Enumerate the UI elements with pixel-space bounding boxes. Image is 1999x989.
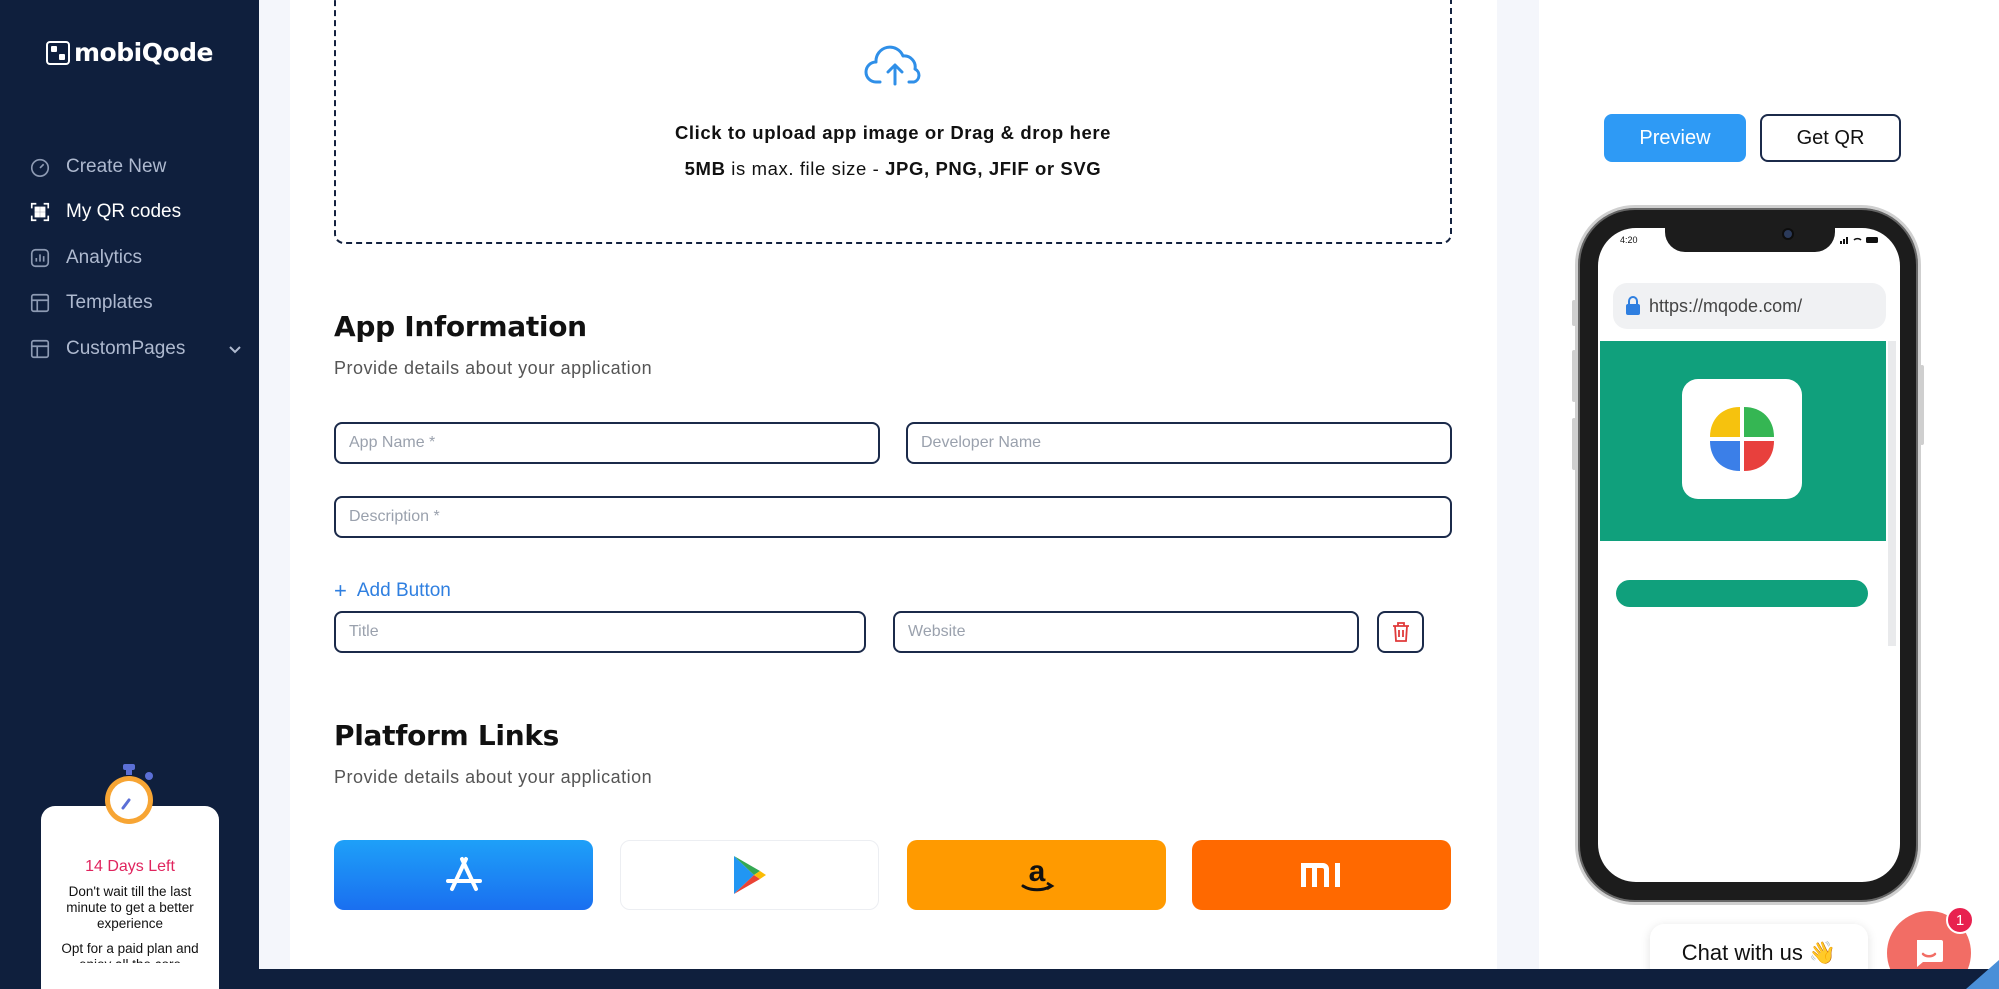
trial-card: 14 Days Left Don't wait till the last mi… (41, 806, 219, 989)
stopwatch-icon (105, 764, 153, 824)
button-website-field[interactable] (893, 611, 1359, 653)
sidebar-item-label: Analytics (66, 246, 143, 268)
waving-hand-icon: 👋 (1808, 940, 1837, 965)
platform-links-title: Platform Links (334, 719, 560, 752)
upload-constraints: 5MB is max. file size - JPG, PNG, JFIF o… (684, 158, 1102, 179)
bar-chart-icon (28, 246, 52, 270)
chat-unread-badge: 1 (1946, 906, 1974, 934)
chevron-down-icon[interactable] (227, 341, 243, 357)
sidebar-item-label: Create New (66, 155, 167, 177)
plus-icon: + (334, 578, 347, 603)
sidebar-item-label: Templates (66, 292, 153, 314)
sidebar-item-label: CustomPages (66, 337, 186, 359)
button-website-input[interactable] (895, 613, 1357, 651)
amazon-icon: a (1021, 855, 1054, 892)
add-button-label: Add Button (356, 580, 451, 601)
description-input[interactable] (336, 498, 1450, 536)
developer-name-input[interactable] (908, 424, 1450, 462)
signal-battery-icon (1840, 237, 1878, 244)
corner-arrow-icon (1966, 960, 1999, 989)
status-time: 4:20 (1620, 235, 1638, 245)
camera-icon (1782, 228, 1794, 240)
add-button-link[interactable]: + Add Button (334, 580, 451, 602)
get-qr-button[interactable]: Get QR (1760, 114, 1901, 162)
preview-scrollbar[interactable] (1888, 341, 1896, 646)
trash-icon (1392, 622, 1409, 642)
phone-notch (1665, 222, 1835, 252)
cloud-upload-icon (864, 45, 921, 86)
xiaomi-icon (1300, 863, 1340, 887)
sidebar-item-analytics[interactable]: Analytics (28, 235, 243, 281)
qr-logo-icon (46, 40, 70, 65)
trial-days-left: 14 Days Left (85, 858, 175, 875)
preview-button[interactable]: Preview (1604, 114, 1746, 162)
gauge-icon (28, 155, 52, 179)
preview-url: https://mqode.com/ (1649, 295, 1803, 316)
sidebar-item-label: My QR codes (66, 201, 182, 223)
delete-button[interactable] (1377, 611, 1424, 653)
browser-url-bar: https://mqode.com/ (1613, 283, 1886, 329)
google-play-button[interactable] (620, 840, 879, 910)
button-title-field[interactable] (334, 611, 866, 653)
brand-logo[interactable]: mobiQode (46, 38, 213, 67)
image-upload-dropzone[interactable]: Click to upload app image or Drag & drop… (334, 0, 1452, 244)
app-store-icon (445, 857, 482, 891)
google-play-icon (733, 856, 766, 894)
amazon-appstore-button[interactable]: a (907, 840, 1166, 910)
chat-bubble-icon (1917, 940, 1943, 967)
sidebar-item-templates[interactable]: Templates (28, 281, 243, 327)
sidebar-nav: Create New My QR codes Analytics Templat… (28, 144, 243, 372)
app-information-title: App Information (334, 310, 587, 343)
button-title-input[interactable] (336, 613, 864, 651)
sidebar: mobiQode Create New My QR codes Analytic… (0, 0, 259, 989)
sidebar-item-create-new[interactable]: Create New (28, 144, 243, 190)
app-name-input[interactable] (336, 424, 878, 462)
lock-icon (1626, 296, 1640, 315)
chat-label: Chat with us (1681, 940, 1803, 965)
template-icon (28, 291, 52, 315)
bottom-bar (259, 969, 1999, 989)
app-icon-tile (1682, 379, 1802, 499)
app-information-subtitle: Provide details about your application (334, 358, 653, 378)
brand-name: mobiQode (74, 38, 213, 67)
app-name-field[interactable] (334, 422, 880, 464)
description-field[interactable] (334, 496, 1452, 538)
developer-name-field[interactable] (906, 422, 1452, 464)
svg-text:a: a (1028, 855, 1045, 888)
qr-grid-icon (28, 200, 52, 224)
sidebar-item-my-qr-codes[interactable]: My QR codes (28, 190, 243, 236)
pages-icon (28, 337, 52, 361)
trial-upsell: Opt for a paid plan and enjoy all the co… (61, 941, 199, 963)
trial-message: Don't wait till the last minute to get a… (66, 884, 194, 931)
preview-button-placeholder (1616, 580, 1868, 607)
app-placeholder-icon (1710, 407, 1774, 471)
app-store-button[interactable] (334, 840, 593, 910)
platform-links-subtitle: Provide details about your application (334, 767, 653, 787)
xiaomi-getapps-button[interactable] (1192, 840, 1451, 910)
upload-instruction: Click to upload app image or Drag & drop… (674, 122, 1112, 143)
sidebar-item-custompages[interactable]: CustomPages (28, 326, 243, 372)
